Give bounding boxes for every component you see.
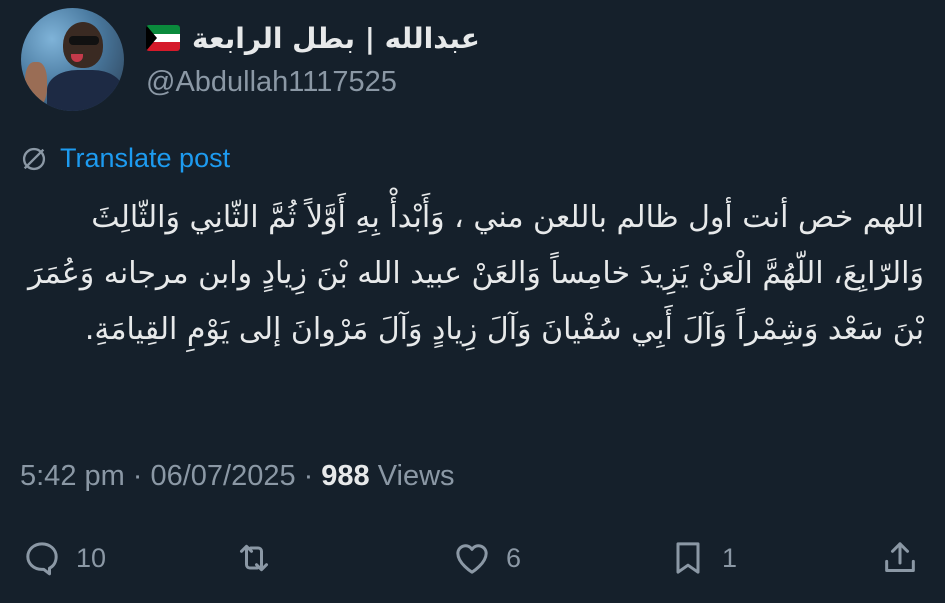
action-bar: 10 6 1 xyxy=(0,530,945,586)
reply-button[interactable]: 10 xyxy=(22,530,106,586)
avatar-head xyxy=(63,22,103,68)
meta-separator: · xyxy=(303,460,314,492)
share-icon xyxy=(885,542,915,572)
avatar-sunglasses xyxy=(69,36,99,45)
avatar[interactable] xyxy=(21,8,124,111)
kuwait-flag-icon xyxy=(146,25,180,51)
post-detail: عبدالله | بطل الرابعة @Abdullah1117525 T… xyxy=(0,0,945,603)
post-date[interactable]: 06/07/2025 xyxy=(150,460,295,493)
post-time[interactable]: 5:42 pm xyxy=(20,460,125,493)
author-header: عبدالله | بطل الرابعة @Abdullah1117525 xyxy=(146,12,506,99)
repost-button[interactable] xyxy=(234,530,288,586)
display-name[interactable]: عبدالله | بطل الرابعة xyxy=(192,22,480,55)
reply-count: 10 xyxy=(76,542,107,573)
name-row: عبدالله | بطل الرابعة xyxy=(146,12,506,64)
meta-separator: · xyxy=(132,460,143,492)
reply-icon xyxy=(26,542,58,576)
like-button[interactable]: 6 xyxy=(452,530,521,586)
globe-icon xyxy=(22,147,46,170)
user-handle[interactable]: @Abdullah1117525 xyxy=(146,66,506,99)
share-button[interactable] xyxy=(880,530,920,586)
heart-icon xyxy=(456,544,488,574)
post-text: اللهم خص أنت أول ظالم باللعن مني ، وَأَب… xyxy=(27,200,924,347)
views-count: 988 xyxy=(321,460,370,492)
bookmark-button[interactable]: 1 xyxy=(668,530,737,586)
translate-label[interactable]: Translate post xyxy=(60,143,230,174)
translate-post-link[interactable]: Translate post xyxy=(20,143,230,174)
avatar-bg-person xyxy=(25,62,47,106)
bookmark-count: 1 xyxy=(722,542,738,573)
avatar-shirt xyxy=(47,70,123,111)
bookmark-icon xyxy=(676,542,700,574)
post-meta: 5:42 pm · 06/07/2025 · 988 Views xyxy=(20,460,455,493)
like-count: 6 xyxy=(506,542,522,573)
repost-icon xyxy=(240,544,268,572)
views-label: Views xyxy=(377,460,455,492)
